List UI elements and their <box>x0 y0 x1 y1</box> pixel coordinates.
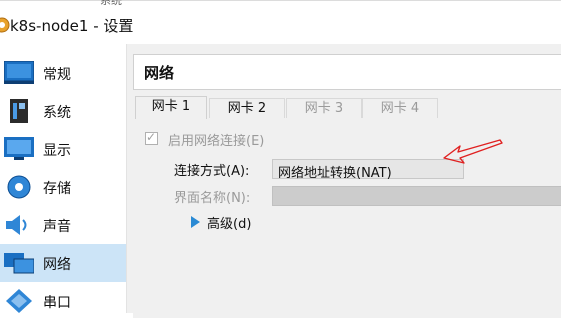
sidebar-item-audio[interactable]: 声音 <box>0 206 126 244</box>
title-ghost-text: 系统 <box>100 0 122 7</box>
page-title: 网络 <box>144 64 175 82</box>
tab-adapter-1[interactable]: 网卡 1 <box>135 96 207 119</box>
enable-network-checkbox[interactable]: ✓ <box>145 130 158 145</box>
attached-to-label: 连接方式(A): <box>174 164 250 179</box>
sidebar-item-display[interactable]: 显示 <box>0 130 126 168</box>
tab-adapter-2[interactable]: 网卡 2 <box>209 98 285 118</box>
motherboard-icon <box>10 99 28 123</box>
disc-icon <box>7 175 31 199</box>
sidebar-item-label: 显示 <box>43 143 71 159</box>
window-title: k8s-node1 - 设置 <box>10 17 134 35</box>
expand-arrow-icon[interactable] <box>191 216 200 228</box>
page-heading-box: 网络 <box>133 54 561 90</box>
sidebar-item-label: 存储 <box>43 181 71 197</box>
interface-name-label: 界面名称(N): <box>174 191 251 206</box>
adapter-tabs: 网卡 1 网卡 2 网卡 3 网卡 4 <box>133 96 561 119</box>
speaker-icon <box>6 215 27 235</box>
tab-adapter-4[interactable]: 网卡 4 <box>362 98 438 118</box>
sidebar-item-label: 常规 <box>43 67 71 83</box>
tab-adapter-3[interactable]: 网卡 3 <box>286 98 362 118</box>
enable-network-label: 启用网络连接(E) <box>168 134 265 149</box>
settings-sidebar: 常规 系统 显示 存储 声音 网络 串口 <box>0 44 127 313</box>
checkmark-icon: ✓ <box>146 130 157 144</box>
title-bar: 系统 k8s-node1 - 设置 <box>0 0 561 45</box>
attached-to-select[interactable]: 网络地址转换(NAT) <box>272 159 464 181</box>
network-icon <box>4 253 34 274</box>
sidebar-item-label: 网络 <box>43 257 71 273</box>
sidebar-item-system[interactable]: 系统 <box>0 92 126 130</box>
sidebar-item-label: 系统 <box>43 105 71 121</box>
serial-port-icon <box>6 289 32 313</box>
attached-to-value: 网络地址转换(NAT) <box>278 166 392 181</box>
sidebar-item-label: 串口 <box>43 295 71 311</box>
settings-content: 网络 网卡 1 网卡 2 网卡 3 网卡 4 ✓ 启用网络连接(E) 连接方式(… <box>127 44 561 318</box>
interface-name-select[interactable] <box>272 186 561 206</box>
display-icon <box>4 137 34 160</box>
sidebar-item-serial[interactable]: 串口 <box>0 282 126 320</box>
sidebar-item-label: 声音 <box>43 219 71 235</box>
sidebar-item-general[interactable]: 常规 <box>0 54 126 92</box>
sidebar-item-network[interactable]: 网络 <box>0 244 126 282</box>
adapter-panel: ✓ 启用网络连接(E) 连接方式(A): 网络地址转换(NAT) 界面名称(N)… <box>133 118 561 318</box>
advanced-toggle[interactable]: 高级(d) <box>207 213 251 232</box>
sidebar-item-storage[interactable]: 存储 <box>0 168 126 206</box>
monitor-icon <box>4 61 34 84</box>
